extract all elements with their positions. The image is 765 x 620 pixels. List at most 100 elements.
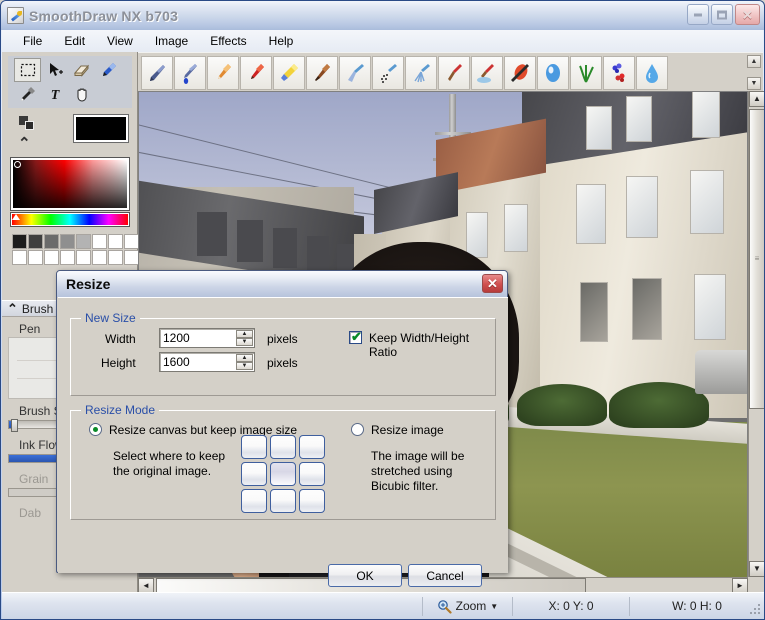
palette-swatch[interactable]: [28, 234, 43, 249]
width-input[interactable]: [160, 330, 232, 346]
menu-item-help[interactable]: Help: [258, 31, 305, 51]
spray-brush[interactable]: [372, 55, 404, 90]
cursor-coordinates: X: 0 Y: 0: [548, 599, 594, 613]
dialog-title: Resize: [66, 276, 111, 292]
palette-swatch[interactable]: [60, 250, 75, 265]
palette-swatch[interactable]: [60, 234, 75, 249]
anchor-cell-bottom-left[interactable]: [241, 489, 267, 513]
paint-brush[interactable]: [306, 55, 338, 90]
anchor-cell-top-left[interactable]: [241, 435, 267, 459]
ink-pen-brush[interactable]: [174, 55, 206, 90]
ok-button[interactable]: OK: [328, 564, 402, 587]
keep-ratio-checkbox[interactable]: ✔: [349, 330, 362, 344]
canvas-vertical-scrollbar[interactable]: ▲ ≡ ▼: [748, 91, 764, 577]
palette-swatch[interactable]: [76, 234, 91, 249]
water-drop-brush[interactable]: [636, 55, 668, 90]
palette-swatch[interactable]: [124, 250, 139, 265]
zoom-control[interactable]: Zoom ▼: [423, 593, 512, 620]
saturation-value-picker[interactable]: [10, 157, 130, 211]
hue-slider[interactable]: [10, 212, 130, 227]
new-size-legend: New Size: [81, 311, 140, 325]
image-help-text: The image will be stretched using Bicubi…: [371, 449, 465, 493]
grass-brush[interactable]: [570, 55, 602, 90]
scroll-up-icon[interactable]: ▲: [749, 91, 764, 107]
hue-cursor-icon: [12, 214, 20, 220]
marker-brush[interactable]: [273, 55, 305, 90]
fan-brush[interactable]: [405, 55, 437, 90]
palette-swatch[interactable]: [108, 250, 123, 265]
toolbar-scroll-up-icon[interactable]: ▲: [747, 55, 761, 68]
anchor-cell-center[interactable]: [270, 462, 296, 486]
anchor-cell-top-right[interactable]: [299, 435, 325, 459]
color-pencil-brush[interactable]: [240, 55, 272, 90]
palette-swatch[interactable]: [92, 250, 107, 265]
radio-resize-image[interactable]: [351, 423, 364, 436]
eyedropper-tool[interactable]: [14, 82, 41, 106]
palette-swatch[interactable]: [108, 234, 123, 249]
anchor-cell-middle-left[interactable]: [241, 462, 267, 486]
width-spin-up-icon[interactable]: ▲: [236, 330, 253, 338]
airbrush-brush[interactable]: [339, 55, 371, 90]
width-input-wrap[interactable]: ▲ ▼: [159, 328, 255, 348]
close-button[interactable]: ✕: [735, 4, 760, 25]
width-label: Width: [105, 332, 136, 346]
menu-item-view[interactable]: View: [96, 31, 144, 51]
anchor-cell-bottom-center[interactable]: [270, 489, 296, 513]
vertical-scroll-thumb[interactable]: ≡: [749, 109, 764, 409]
oil-smudge-brush[interactable]: [504, 55, 536, 90]
pen-tool[interactable]: [95, 58, 122, 82]
anchor-cell-bottom-right[interactable]: [299, 489, 325, 513]
toolbar-scroll-down-icon[interactable]: ▼: [747, 77, 761, 90]
blur-brush[interactable]: [537, 55, 569, 90]
window-title: SmoothDraw NX b703: [29, 7, 179, 24]
palette-swatch[interactable]: [12, 250, 27, 265]
height-spinner[interactable]: ▲ ▼: [236, 354, 253, 370]
width-spin-down-icon[interactable]: ▼: [236, 338, 253, 346]
height-spin-up-icon[interactable]: ▲: [236, 354, 253, 362]
resize-grip-icon[interactable]: [749, 604, 761, 616]
text-tool[interactable]: T: [41, 82, 68, 106]
menu-item-effects[interactable]: Effects: [199, 31, 257, 51]
anchor-cell-top-center[interactable]: [270, 435, 296, 459]
height-input[interactable]: [160, 354, 232, 370]
palette-swatch[interactable]: [12, 234, 27, 249]
palette-swatch[interactable]: [124, 234, 139, 249]
dialog-close-button[interactable]: ✕: [482, 274, 503, 293]
flower-brush[interactable]: [603, 55, 635, 90]
chevron-down-icon[interactable]: ▼: [490, 602, 498, 611]
menu-item-edit[interactable]: Edit: [53, 31, 96, 51]
move-selection-tool[interactable]: [41, 58, 68, 82]
pencil-brush[interactable]: [207, 55, 239, 90]
keep-ratio-label[interactable]: Keep Width/Height Ratio: [369, 331, 495, 359]
radio-selected-dot-icon: [93, 427, 98, 432]
palette-swatch[interactable]: [28, 250, 43, 265]
radio-resize-canvas[interactable]: [89, 423, 102, 436]
foreground-color-swatch[interactable]: [73, 114, 129, 143]
wet-brush[interactable]: [471, 55, 503, 90]
bristle-brush[interactable]: [438, 55, 470, 90]
cancel-button[interactable]: Cancel: [408, 564, 482, 587]
width-spinner[interactable]: ▲ ▼: [236, 330, 253, 346]
menu-item-file[interactable]: File: [12, 31, 53, 51]
hand-tool[interactable]: [68, 82, 95, 106]
height-input-wrap[interactable]: ▲ ▼: [159, 352, 255, 372]
scroll-down-icon[interactable]: ▼: [749, 561, 764, 577]
swap-colors-icon[interactable]: [19, 116, 37, 132]
palette-swatch[interactable]: [76, 250, 91, 265]
radio-resize-image-label[interactable]: Resize image: [371, 423, 444, 437]
reset-colors-icon[interactable]: ⌃: [18, 136, 31, 151]
collapse-chevron-icon: ⌃: [7, 301, 18, 316]
photo-car-far: [695, 350, 747, 394]
height-spin-down-icon[interactable]: ▼: [236, 362, 253, 370]
rectangular-marquee-tool[interactable]: [14, 58, 41, 82]
minimize-button[interactable]: [687, 4, 709, 25]
eraser-tool[interactable]: [68, 58, 95, 82]
maximize-button[interactable]: [711, 4, 733, 25]
palette-swatch[interactable]: [92, 234, 107, 249]
menu-item-image[interactable]: Image: [144, 31, 199, 51]
color-palette-grid: [12, 234, 139, 265]
pen-nib-brush[interactable]: [141, 55, 173, 90]
anchor-cell-middle-right[interactable]: [299, 462, 325, 486]
palette-swatch[interactable]: [44, 250, 59, 265]
palette-swatch[interactable]: [44, 234, 59, 249]
